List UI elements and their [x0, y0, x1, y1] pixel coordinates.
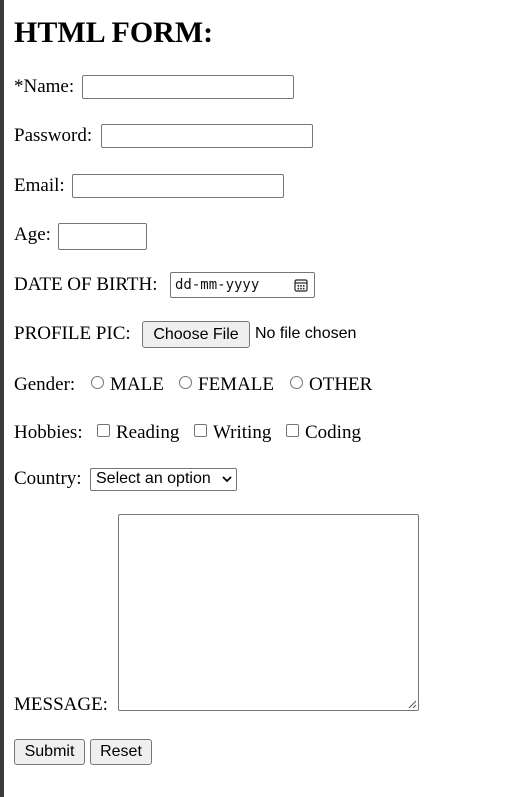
gender-radio-male[interactable] [91, 376, 104, 389]
no-file-text: No file chosen [255, 325, 357, 342]
left-edge-bar [0, 0, 4, 797]
hobby-option-reading: Reading [116, 422, 180, 443]
gender-option-female: FEMALE [198, 374, 274, 395]
gender-radio-female[interactable] [179, 376, 192, 389]
gender-radio-other[interactable] [290, 376, 303, 389]
hobby-checkbox-writing[interactable] [194, 424, 207, 437]
age-label: Age: [14, 224, 51, 245]
password-input[interactable] [101, 124, 313, 148]
gender-label: Gender: [14, 374, 76, 395]
dob-input[interactable]: dd-mm-yyyy [170, 272, 315, 298]
message-textarea[interactable] [118, 514, 419, 711]
country-selected-value: Select an option [96, 470, 211, 487]
gender-option-other: OTHER [309, 374, 373, 395]
email-label: Email: [14, 175, 65, 196]
calendar-icon[interactable] [294, 278, 308, 292]
email-input[interactable] [72, 174, 284, 198]
reset-button[interactable]: Reset [90, 739, 152, 765]
password-label: Password: [14, 125, 93, 146]
choose-file-button[interactable]: Choose File [142, 321, 250, 348]
hobbies-label: Hobbies: [14, 422, 83, 443]
name-label: *Name: [14, 76, 75, 97]
resize-grip-icon[interactable] [408, 700, 417, 709]
hobby-checkbox-coding[interactable] [286, 424, 299, 437]
name-input[interactable] [82, 75, 294, 99]
country-label: Country: [14, 468, 82, 489]
hobby-checkbox-reading[interactable] [97, 424, 110, 437]
message-label: MESSAGE: [14, 694, 108, 715]
page-title: HTML FORM: [14, 16, 214, 49]
dob-label: DATE OF BIRTH: [14, 274, 158, 295]
country-select[interactable]: Select an option [90, 468, 237, 491]
hobby-option-writing: Writing [213, 422, 272, 443]
dob-placeholder: dd-mm-yyyy [175, 277, 260, 293]
age-input[interactable] [58, 223, 147, 250]
gender-option-male: MALE [110, 374, 164, 395]
profile-pic-label: PROFILE PIC: [14, 323, 131, 344]
submit-button[interactable]: Submit [14, 739, 85, 765]
hobby-option-coding: Coding [305, 422, 361, 443]
chevron-down-icon [222, 476, 232, 483]
